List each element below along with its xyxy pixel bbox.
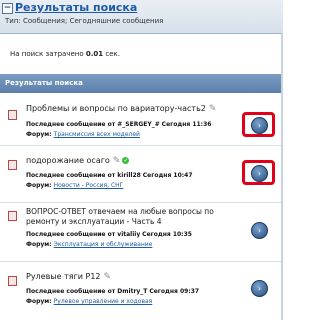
thread-icon xyxy=(8,110,17,120)
result-forum: Форум: Рулевое управление и ходовая xyxy=(26,298,152,305)
result-topic-link[interactable]: ВОПРОС-ОТВЕТ отвечаем на любые вопросы п… xyxy=(26,207,246,227)
post-time: Сегодня 10:47 xyxy=(142,172,193,179)
highlight-box xyxy=(242,160,275,185)
result-forum: Форум: Новости - Россия, СНГ xyxy=(26,182,123,189)
post-time: Сегодня 10:35 xyxy=(142,231,192,238)
post-author[interactable]: kirill28 xyxy=(117,172,141,179)
go-to-post-icon[interactable]: › xyxy=(251,280,268,297)
thread-icon xyxy=(8,160,17,170)
search-time: На поиск затрачено 0.01 сек. xyxy=(10,50,120,58)
search-time-suffix: сек. xyxy=(103,50,120,58)
result-topic-link[interactable]: Проблемы и вопросы по вариатору-часть2 ✎ xyxy=(26,104,216,114)
forum-label: Форум: xyxy=(26,182,54,189)
last-post-label: Последнее сообщение от xyxy=(26,172,118,179)
topic-title[interactable]: Проблемы и вопросы по вариатору-часть2 xyxy=(26,104,206,113)
result-forum: Форум: Эксплуатация и обслуживание xyxy=(26,241,152,248)
collapse-icon[interactable]: − xyxy=(2,3,13,14)
post-time: Сегодня 09:37 xyxy=(149,288,200,295)
last-post-label: Последнее сообщение от xyxy=(26,121,118,128)
thread-icon xyxy=(8,276,17,286)
result-topic-link[interactable]: подорожание осаго ✎ ✓ xyxy=(26,156,130,166)
result-forum: Форум: Трансмиссия всех моделей xyxy=(26,131,140,138)
header: − Результаты поиска Тип: Сообщения; Сего… xyxy=(0,0,283,34)
topic-title[interactable]: ВОПРОС-ОТВЕТ отвечаем на любые вопросы п… xyxy=(26,207,214,226)
result-item: подорожание осаго ✎ ✓ Последнее сообщение … xyxy=(0,146,283,203)
last-post-label: Последнее сообщение от xyxy=(26,231,118,238)
post-time: Сегодня 11:36 xyxy=(161,121,212,128)
results-header-bar: Результаты поиска xyxy=(0,74,283,93)
pencil-icon[interactable]: ✎ xyxy=(209,104,217,114)
forum-label: Форум: xyxy=(26,131,54,138)
forum-link[interactable]: Трансмиссия всех моделей xyxy=(54,131,140,138)
forum-label: Форум: xyxy=(26,298,54,305)
result-topic-link[interactable]: Рулевые тяги P12 ✎ xyxy=(26,272,111,282)
topic-title[interactable]: Рулевые тяги P12 xyxy=(26,272,101,281)
post-author[interactable]: vitaliiy xyxy=(117,231,140,238)
result-last-post: Последнее сообщение от vitaliiy Сегодня … xyxy=(26,231,192,238)
panel-border xyxy=(281,33,283,320)
post-author[interactable]: #_SERGEY_# xyxy=(117,121,159,128)
result-last-post: Последнее сообщение от Dmitry_T Сегодня … xyxy=(26,288,199,295)
result-item: Рулевые тяги P12 ✎ Последнее сообщение от… xyxy=(0,262,283,320)
forum-link[interactable]: Эксплуатация и обслуживание xyxy=(54,241,153,248)
go-to-post-icon[interactable]: › xyxy=(251,222,268,239)
last-post-label: Последнее сообщение от xyxy=(26,288,118,295)
results-header-label: Результаты поиска xyxy=(5,79,83,87)
highlight-box xyxy=(242,112,275,137)
pencil-icon[interactable]: ✎ xyxy=(113,156,121,166)
result-item: Проблемы и вопросы по вариатору-часть2 ✎ … xyxy=(0,93,283,146)
thread-icon xyxy=(8,211,17,221)
search-results-page: − Результаты поиска Тип: Сообщения; Сего… xyxy=(0,0,283,320)
result-last-post: Последнее сообщение от kirill28 Сегодня … xyxy=(26,172,193,179)
result-last-post: Последнее сообщение от #_SERGEY_# Сегодн… xyxy=(26,121,211,128)
result-item: ВОПРОС-ОТВЕТ отвечаем на любые вопросы п… xyxy=(0,203,283,262)
page-title[interactable]: Результаты поиска xyxy=(15,1,137,14)
search-time-row: На поиск затрачено 0.01 сек. xyxy=(0,34,283,74)
post-author[interactable]: Dmitry_T xyxy=(117,288,147,295)
search-type-text: Тип: Сообщения; Сегодняшние сообщения xyxy=(5,17,164,25)
topic-title[interactable]: подорожание осаго xyxy=(26,156,110,165)
search-time-prefix: На поиск затрачено xyxy=(10,50,86,58)
forum-link[interactable]: Рулевое управление и ходовая xyxy=(54,298,153,305)
forum-label: Форум: xyxy=(26,241,54,248)
forum-link[interactable]: Новости - Россия, СНГ xyxy=(54,182,124,189)
search-time-value: 0.01 xyxy=(85,50,104,58)
pencil-icon[interactable]: ✎ xyxy=(104,272,112,282)
checkmark-icon: ✓ xyxy=(122,157,130,164)
